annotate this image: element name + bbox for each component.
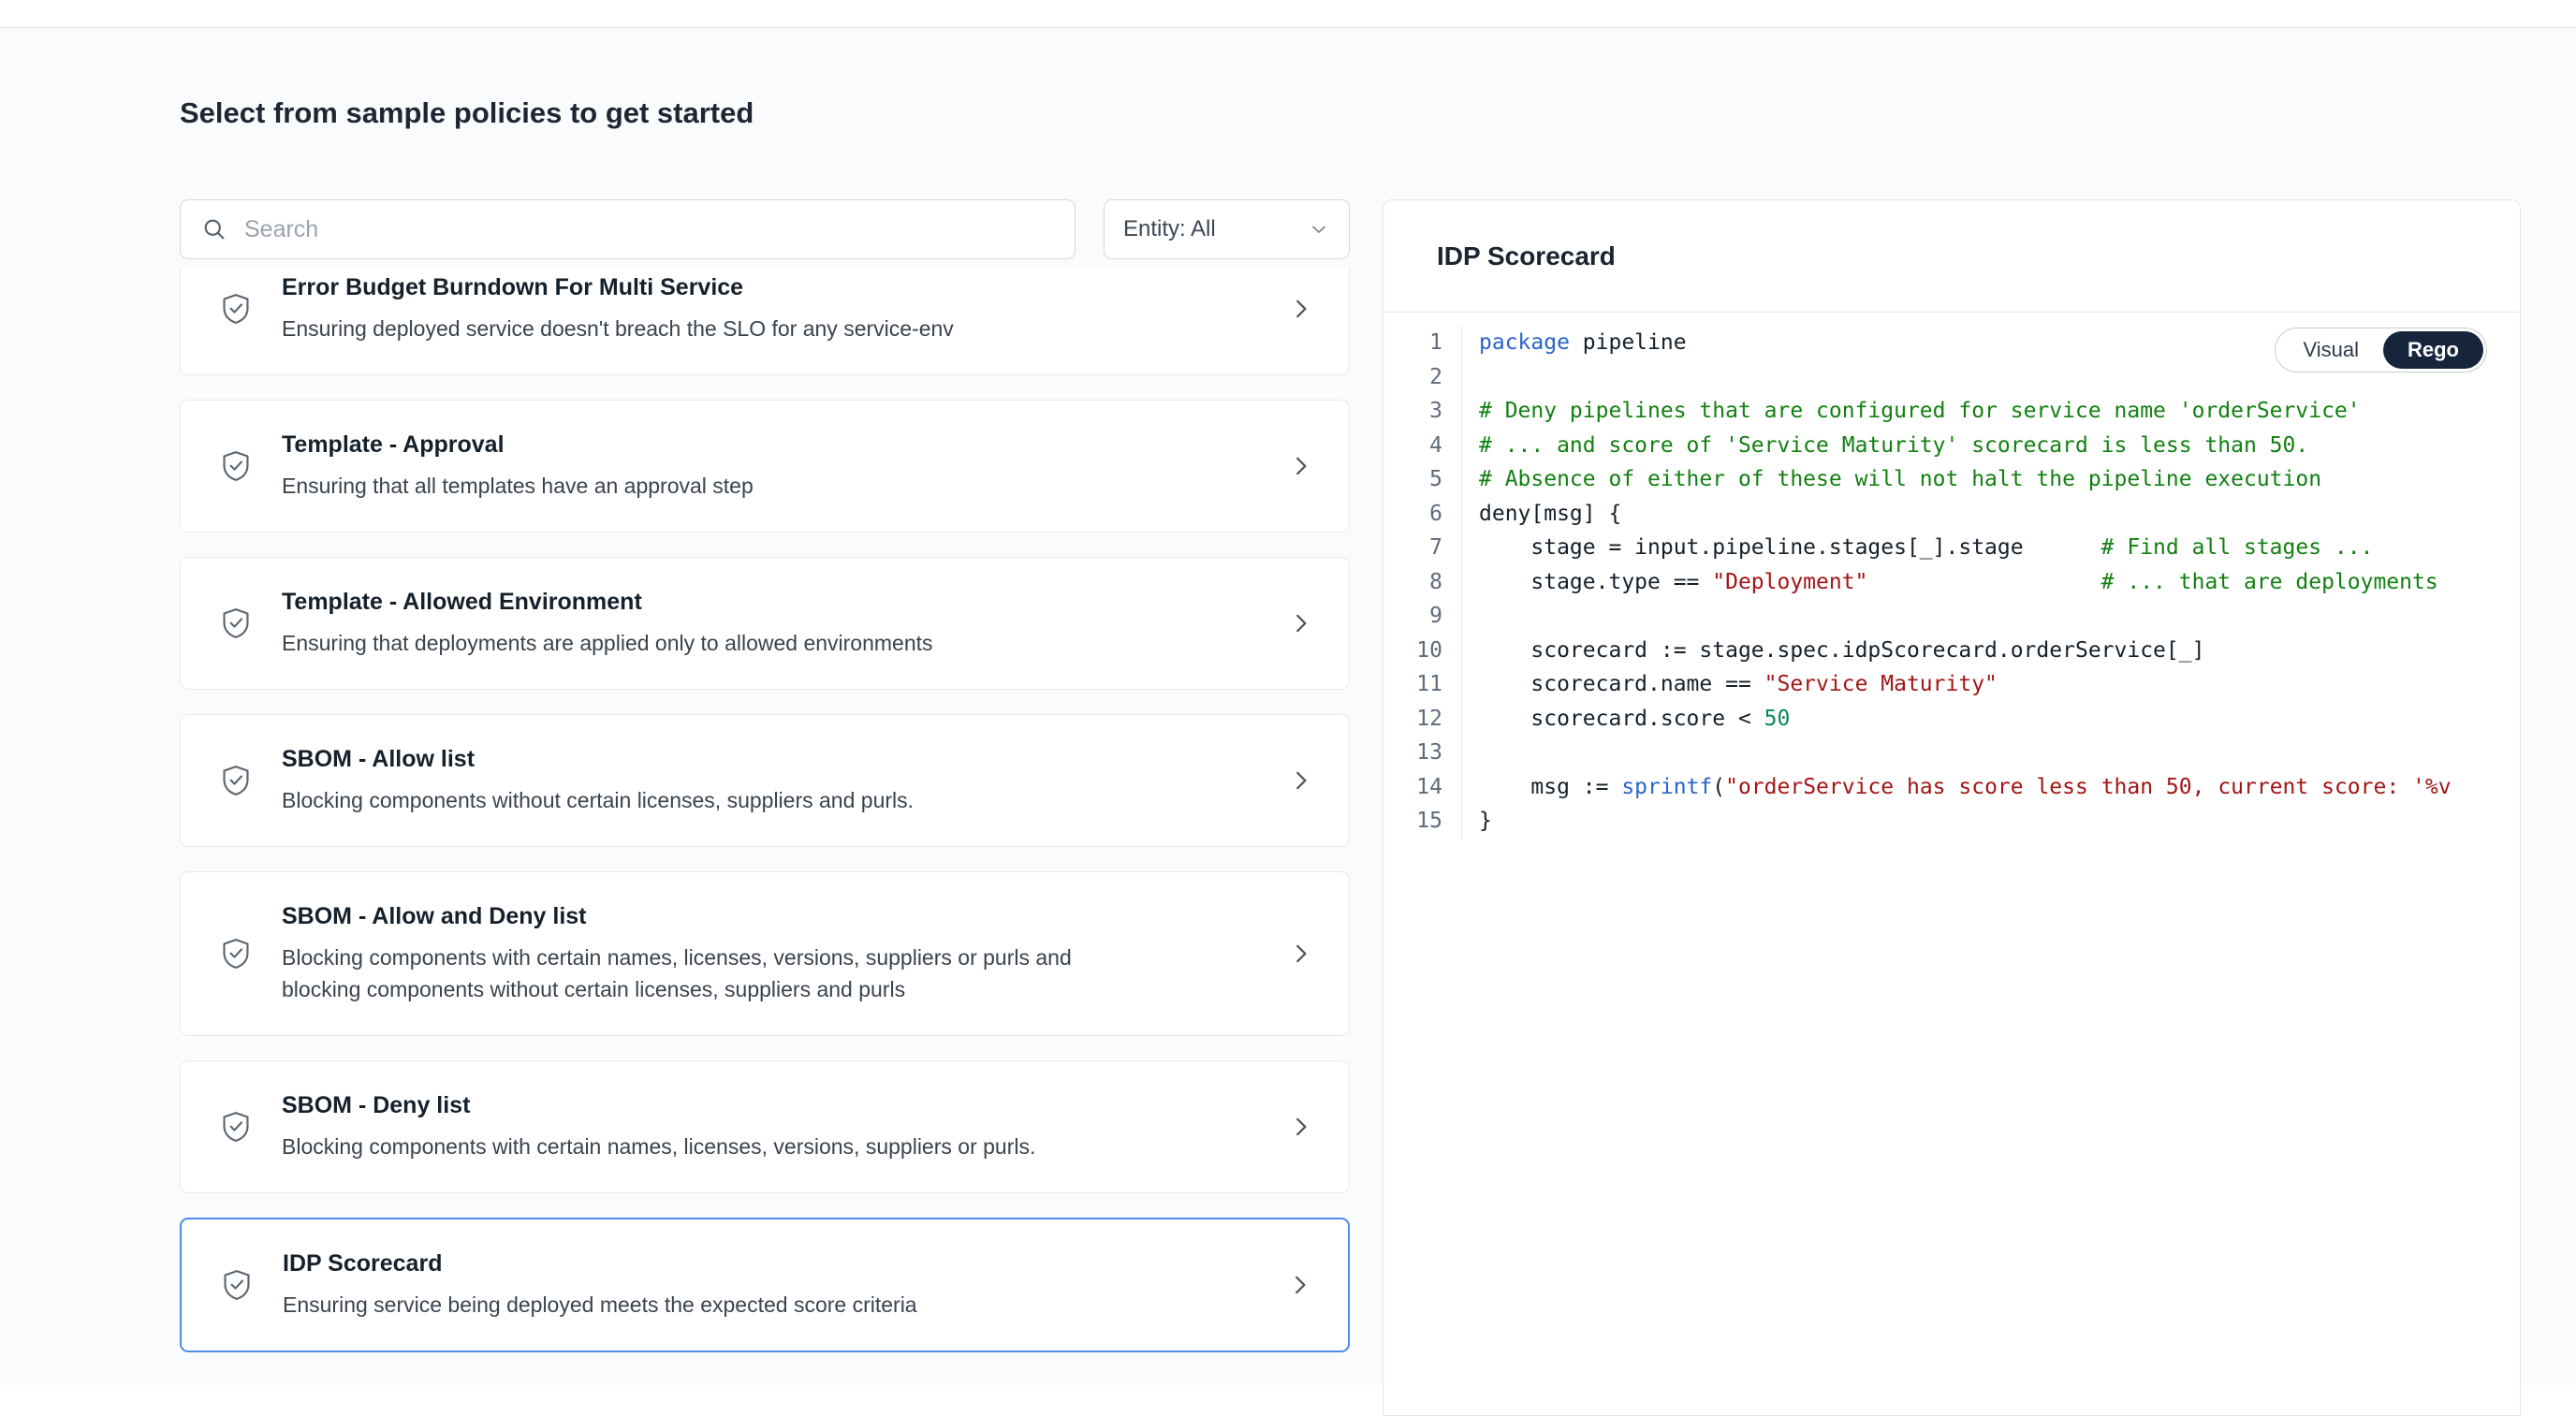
code-text: scorecard.name == "Service Maturity" xyxy=(1462,667,1998,702)
code-text: # Absence of either of these will not ha… xyxy=(1462,462,2321,497)
preview-title: IDP Scorecard xyxy=(1437,241,1616,271)
policy-list-column: Entity: All Error Budget Burndown For Mu… xyxy=(180,199,1350,1377)
rego-toggle-button[interactable]: Rego xyxy=(2383,331,2483,369)
policy-card[interactable]: Template - Approval Ensuring that all tem… xyxy=(180,400,1350,533)
code-editor-area: Visual Rego 1package pipeline23# Deny pi… xyxy=(1383,313,2520,839)
policy-preview-panel: IDP Scorecard Visual Rego 1package pipel… xyxy=(1383,199,2521,1416)
code-text: stage = input.pipeline.stages[_].stage #… xyxy=(1462,531,2373,565)
code-line: 13 xyxy=(1383,736,2520,770)
line-number: 3 xyxy=(1383,394,1462,429)
chevron-right-icon xyxy=(1287,940,1315,968)
policy-shield-check-icon xyxy=(218,606,254,641)
chevron-right-icon xyxy=(1287,609,1315,637)
policy-card[interactable]: SBOM - Allow list Blocking components wit… xyxy=(180,714,1350,847)
code-line: 10 scorecard := stage.spec.idpScorecard.… xyxy=(1383,634,2520,668)
top-nav-bar xyxy=(0,0,2576,28)
code-line: 3# Deny pipelines that are configured fo… xyxy=(1383,394,2520,429)
policy-card[interactable]: IDP Scorecard Ensuring service being depl… xyxy=(180,1218,1350,1352)
code-line: 15} xyxy=(1383,804,2520,839)
policy-card[interactable]: Template - Allowed Environment Ensuring t… xyxy=(180,557,1350,690)
chevron-right-icon xyxy=(1287,1113,1315,1141)
policy-description: Blocking components with certain names, … xyxy=(282,942,1105,1005)
code-text: msg := sprintf("orderService has score l… xyxy=(1462,770,2452,805)
line-number: 8 xyxy=(1383,565,1462,600)
policy-shield-check-icon xyxy=(218,936,254,971)
code-text: # Deny pipelines that are configured for… xyxy=(1462,394,2361,429)
policy-title: Template - Allowed Environment xyxy=(282,588,1259,616)
policy-description: Ensuring that deployments are applied on… xyxy=(282,627,1105,659)
line-number: 6 xyxy=(1383,497,1462,532)
code-line: 8 stage.type == "Deployment" # ... that … xyxy=(1383,565,2520,600)
editor-mode-toggle: Visual Rego xyxy=(2275,328,2487,372)
policy-title: SBOM - Allow and Deny list xyxy=(282,902,1259,930)
visual-toggle-button[interactable]: Visual xyxy=(2278,331,2383,369)
policy-title: Template - Approval xyxy=(282,431,1259,459)
policy-list: Error Budget Burndown For Multi Service E… xyxy=(180,269,1350,1377)
code-line: 12 scorecard.score < 50 xyxy=(1383,702,2520,737)
chevron-right-icon xyxy=(1287,295,1315,323)
policy-shield-check-icon xyxy=(218,291,254,327)
policy-shield-check-icon xyxy=(218,1109,254,1145)
code-line: 14 msg := sprintf("orderService has scor… xyxy=(1383,770,2520,805)
policy-description: Blocking components with certain names, … xyxy=(282,1131,1105,1162)
policy-shield-check-icon xyxy=(218,448,254,484)
sample-policies-page: Select from sample policies to get start… xyxy=(0,28,2576,1385)
line-number: 14 xyxy=(1383,770,1462,805)
policy-description: Blocking components without certain lice… xyxy=(282,784,1105,816)
code-line: 4# ... and score of 'Service Maturity' s… xyxy=(1383,429,2520,463)
line-number: 1 xyxy=(1383,326,1462,360)
policy-card[interactable]: SBOM - Deny list Blocking components with… xyxy=(180,1060,1350,1193)
policy-title: SBOM - Deny list xyxy=(282,1091,1259,1119)
code-text: } xyxy=(1462,804,1492,839)
chevron-right-icon xyxy=(1287,766,1315,795)
policy-description: Ensuring deployed service doesn't breach… xyxy=(282,313,1105,344)
line-number: 2 xyxy=(1383,360,1462,395)
code-text: stage.type == "Deployment" # ... that ar… xyxy=(1462,565,2438,600)
entity-filter-label: Entity: All xyxy=(1123,216,1216,242)
line-number: 11 xyxy=(1383,667,1462,702)
line-number: 10 xyxy=(1383,634,1462,668)
policy-title: Error Budget Burndown For Multi Service xyxy=(282,273,1259,301)
line-number: 15 xyxy=(1383,804,1462,839)
policy-title: IDP Scorecard xyxy=(283,1249,1258,1277)
code-text: deny[msg] { xyxy=(1462,497,1621,532)
search-input[interactable] xyxy=(242,215,1054,244)
line-number: 9 xyxy=(1383,599,1462,634)
line-number: 12 xyxy=(1383,702,1462,737)
code-line: 6deny[msg] { xyxy=(1383,497,2520,532)
code-text xyxy=(1462,360,1479,395)
code-line: 5# Absence of either of these will not h… xyxy=(1383,462,2520,497)
line-number: 13 xyxy=(1383,736,1462,770)
entity-filter-dropdown[interactable]: Entity: All xyxy=(1104,199,1350,259)
code-editor[interactable]: 1package pipeline23# Deny pipelines that… xyxy=(1383,326,2520,839)
code-line: 9 xyxy=(1383,599,2520,634)
policy-description: Ensuring service being deployed meets th… xyxy=(283,1289,1106,1321)
search-icon xyxy=(201,216,227,242)
policy-shield-check-icon xyxy=(218,763,254,798)
policy-title: SBOM - Allow list xyxy=(282,745,1259,773)
code-line: 7 stage = input.pipeline.stages[_].stage… xyxy=(1383,531,2520,565)
line-number: 7 xyxy=(1383,531,1462,565)
code-text: package pipeline xyxy=(1462,326,1687,360)
line-number: 4 xyxy=(1383,429,1462,463)
line-number: 5 xyxy=(1383,462,1462,497)
chevron-down-icon xyxy=(1308,218,1330,241)
code-text: scorecard.score < 50 xyxy=(1462,702,1790,737)
code-text: # ... and score of 'Service Maturity' sc… xyxy=(1462,429,2308,463)
search-box xyxy=(180,199,1076,259)
code-text xyxy=(1462,736,1479,770)
policy-description: Ensuring that all templates have an appr… xyxy=(282,470,1105,502)
code-line: 11 scorecard.name == "Service Maturity" xyxy=(1383,667,2520,702)
chevron-right-icon xyxy=(1286,1271,1314,1299)
policy-card[interactable]: Error Budget Burndown For Multi Service E… xyxy=(180,269,1350,375)
chevron-right-icon xyxy=(1287,452,1315,480)
policy-card[interactable]: SBOM - Allow and Deny list Blocking compo… xyxy=(180,871,1350,1036)
policy-shield-check-icon xyxy=(219,1267,255,1303)
page-title: Select from sample policies to get start… xyxy=(0,28,2576,130)
code-text: scorecard := stage.spec.idpScorecard.ord… xyxy=(1462,634,2204,668)
code-text xyxy=(1462,599,1479,634)
